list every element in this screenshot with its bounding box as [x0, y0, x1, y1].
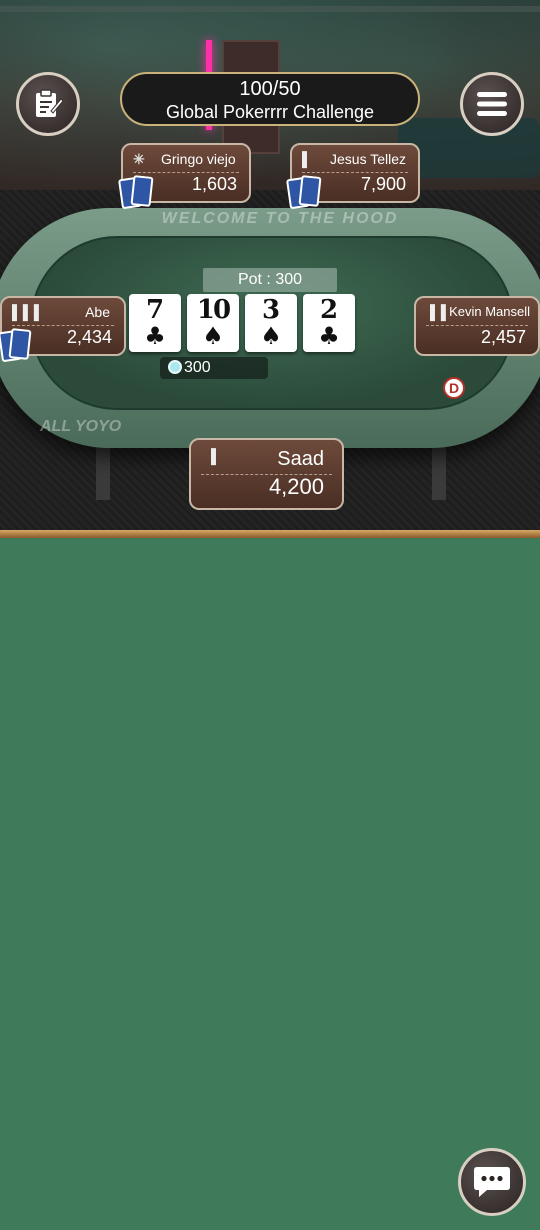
menu-button[interactable]	[460, 72, 524, 136]
player-name: Abe	[85, 304, 110, 320]
chip-icon	[168, 360, 182, 374]
pot-label: Pot : 300	[203, 268, 337, 292]
action-area	[0, 538, 540, 1230]
seat-kevin-mansell[interactable]: ▌▌ Kevin Mansell 2,457	[414, 296, 540, 356]
dealer-button: D	[443, 377, 465, 399]
player-chips: 1,603	[191, 174, 237, 194]
club-icon: ♣	[144, 321, 166, 350]
table-divider	[0, 530, 540, 538]
seat-divider	[426, 325, 528, 326]
game-name: Global Pokerrrr Challenge	[165, 102, 375, 122]
player-chips: 2,457	[480, 327, 526, 347]
hole-cards-icon	[286, 175, 322, 212]
seat-divider	[302, 172, 408, 173]
seat-divider	[12, 325, 114, 326]
board-card: 7 ♣	[129, 294, 181, 352]
table-leg	[432, 440, 446, 500]
seat-divider	[133, 172, 239, 173]
player-name: Jesus Tellez	[330, 151, 407, 167]
rail-graffiti-top: WELCOME TO THE HOOD	[161, 210, 399, 227]
background-pipe	[0, 6, 540, 12]
card-rank: 2	[319, 295, 339, 325]
card-rank: 7	[145, 295, 165, 325]
chat-button[interactable]	[458, 1148, 526, 1216]
table-title-box: 100/50 Global Pokerrrr Challenge	[120, 72, 420, 126]
bet-display: 300	[160, 357, 268, 379]
chat-icon	[474, 1167, 510, 1197]
table-leg	[96, 440, 110, 500]
rail-graffiti-bottom: ALL YOYO	[40, 418, 122, 435]
bet-amount: 300	[184, 359, 211, 376]
blinds-label: 100/50	[239, 78, 301, 100]
seat-saad[interactable]: ▌ Saad 4,200	[189, 438, 344, 510]
player-name: Saad	[277, 448, 324, 470]
spade-icon: ♠	[260, 321, 282, 350]
player-chips: 4,200	[268, 474, 324, 499]
hole-cards-icon	[118, 175, 154, 212]
card-rank: 10	[196, 295, 231, 325]
notepad-icon	[36, 89, 64, 117]
hand-history-button[interactable]	[16, 72, 80, 136]
level-bar-icon: ▌	[302, 151, 313, 167]
level-bar-icon: ▌▌▌	[12, 304, 45, 320]
board-card: 2 ♣	[303, 294, 355, 352]
player-chips: 2,434	[66, 327, 112, 347]
poker-scene: WELCOME TO THE HOOD ALL YOYO 100/50 Glob…	[0, 0, 540, 530]
board-card: 10 ♠	[187, 294, 239, 352]
status-star-icon: ✳	[133, 151, 146, 167]
hole-cards-icon	[0, 328, 34, 365]
player-name: Kevin Mansell	[449, 304, 530, 319]
player-name: Gringo viejo	[161, 151, 236, 167]
board-card: 3 ♠	[245, 294, 297, 352]
player-chips: 7,900	[360, 174, 406, 194]
spade-icon: ♠	[202, 321, 224, 350]
level-bar-icon: ▌	[211, 448, 222, 464]
card-rank: 3	[261, 295, 281, 325]
hamburger-menu-icon	[477, 92, 507, 116]
club-icon: ♣	[318, 321, 340, 350]
